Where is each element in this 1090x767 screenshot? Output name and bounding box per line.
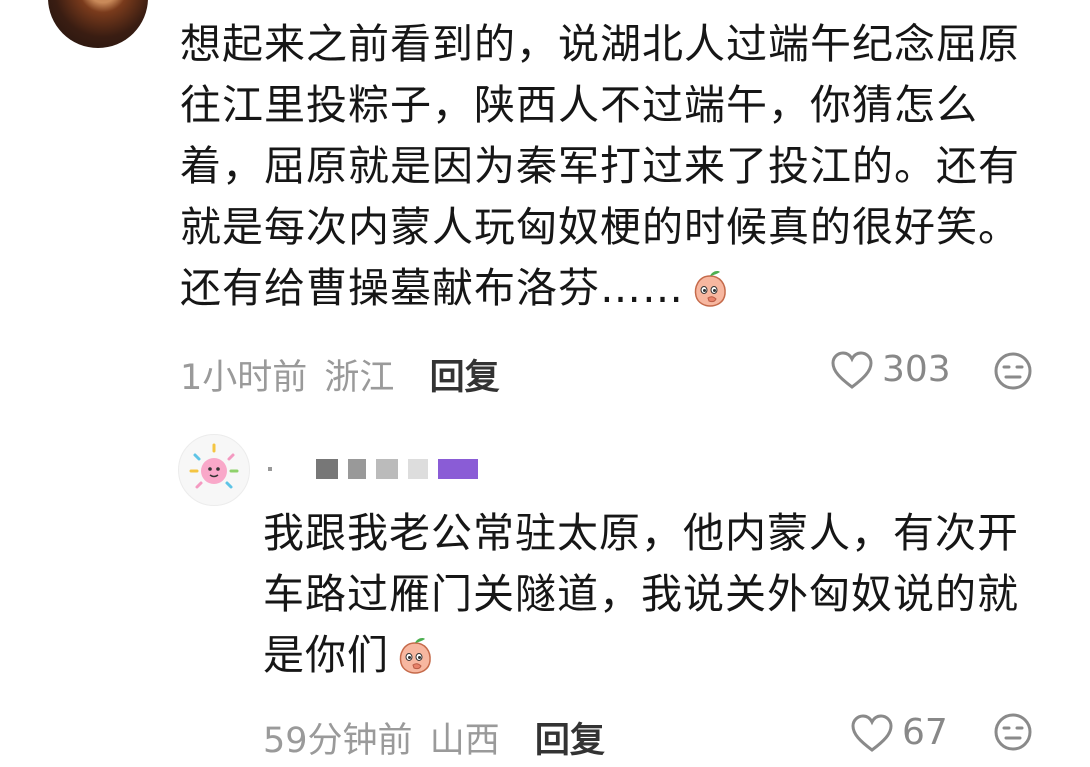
replier-name-blurred[interactable]	[268, 458, 488, 480]
heart-icon	[831, 350, 873, 389]
comment-time: 1小时前	[180, 358, 308, 398]
peach-emoji-icon	[694, 271, 726, 307]
commenter-avatar[interactable]	[48, 0, 148, 48]
replier-avatar[interactable]	[178, 434, 250, 506]
like-button[interactable]: 303	[830, 349, 951, 390]
heart-icon	[851, 713, 893, 752]
reply-location: 山西	[429, 721, 500, 761]
reply-like-count: 67	[902, 712, 948, 753]
reply-text: 我跟我老公常驻太原，他内蒙人，有次开车路过雁门关隧道，我说关外匈奴说的就是你们	[263, 509, 1019, 679]
comment-text: 想起来之前看到的，说湖北人过端午纪念屈原往江里投粽子，陕西人不过端午，你猜怎么着…	[180, 20, 1020, 312]
reply-time: 59分钟前	[263, 721, 413, 761]
comment-meta: 1小时前 浙江 回复	[180, 349, 500, 400]
sun-mascot-icon	[189, 443, 239, 489]
dislike-face-icon[interactable]	[993, 351, 1033, 391]
reply-like-button[interactable]: 67	[850, 712, 948, 753]
dislike-face-icon[interactable]	[993, 712, 1033, 752]
peach-emoji-icon	[399, 638, 431, 674]
reply-meta: 59分钟前 山西 回复	[263, 712, 605, 763]
reply-to-reply-button[interactable]: 回复	[535, 721, 605, 761]
reply-body: 我跟我老公常驻太原，他内蒙人，有次开车路过雁门关隧道，我说关外匈奴说的就是你们	[263, 503, 1043, 686]
comment-location: 浙江	[324, 358, 395, 398]
like-count: 303	[882, 349, 951, 390]
comment-body: 想起来之前看到的，说湖北人过端午纪念屈原往江里投粽子，陕西人不过端午，你猜怎么着…	[180, 14, 1050, 319]
reply-button[interactable]: 回复	[430, 358, 500, 398]
